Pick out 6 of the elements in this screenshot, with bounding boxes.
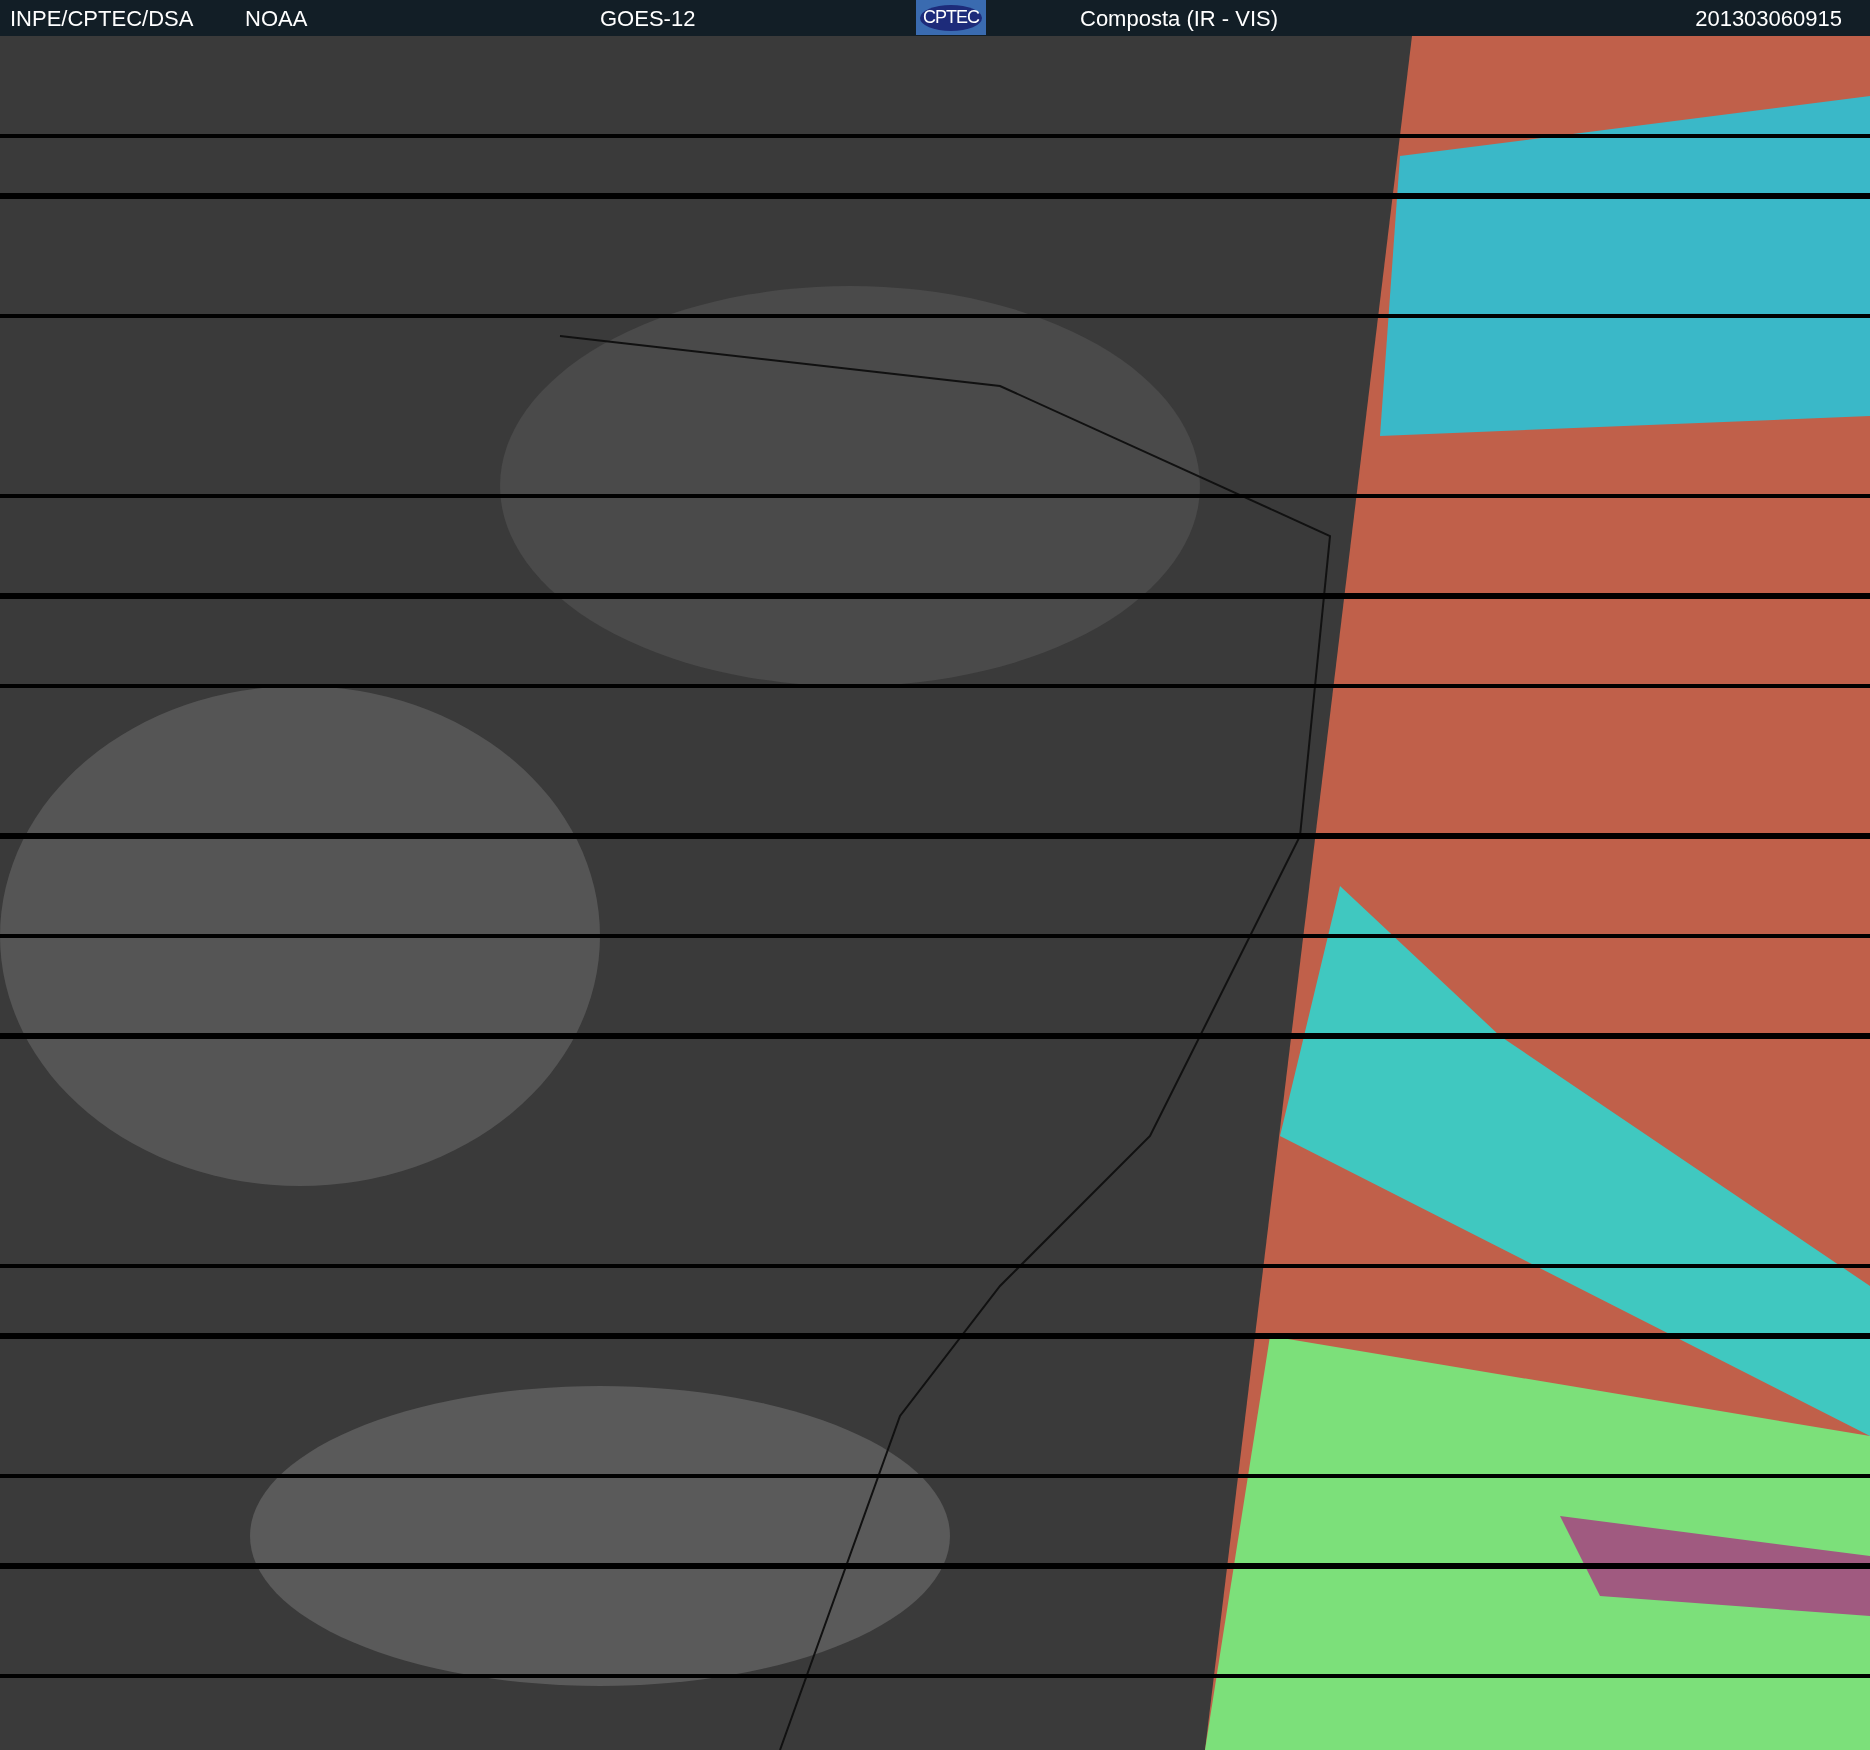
- header-text: INPE/CPTEC/DSA: [10, 6, 194, 32]
- header-text: Composta (IR - VIS): [1080, 6, 1279, 32]
- header-text: NOAA: [245, 6, 308, 32]
- header-text: GOES-12: [600, 6, 696, 32]
- logo: CPTEC: [916, 0, 986, 35]
- header-text: 201303060915: [1695, 6, 1842, 32]
